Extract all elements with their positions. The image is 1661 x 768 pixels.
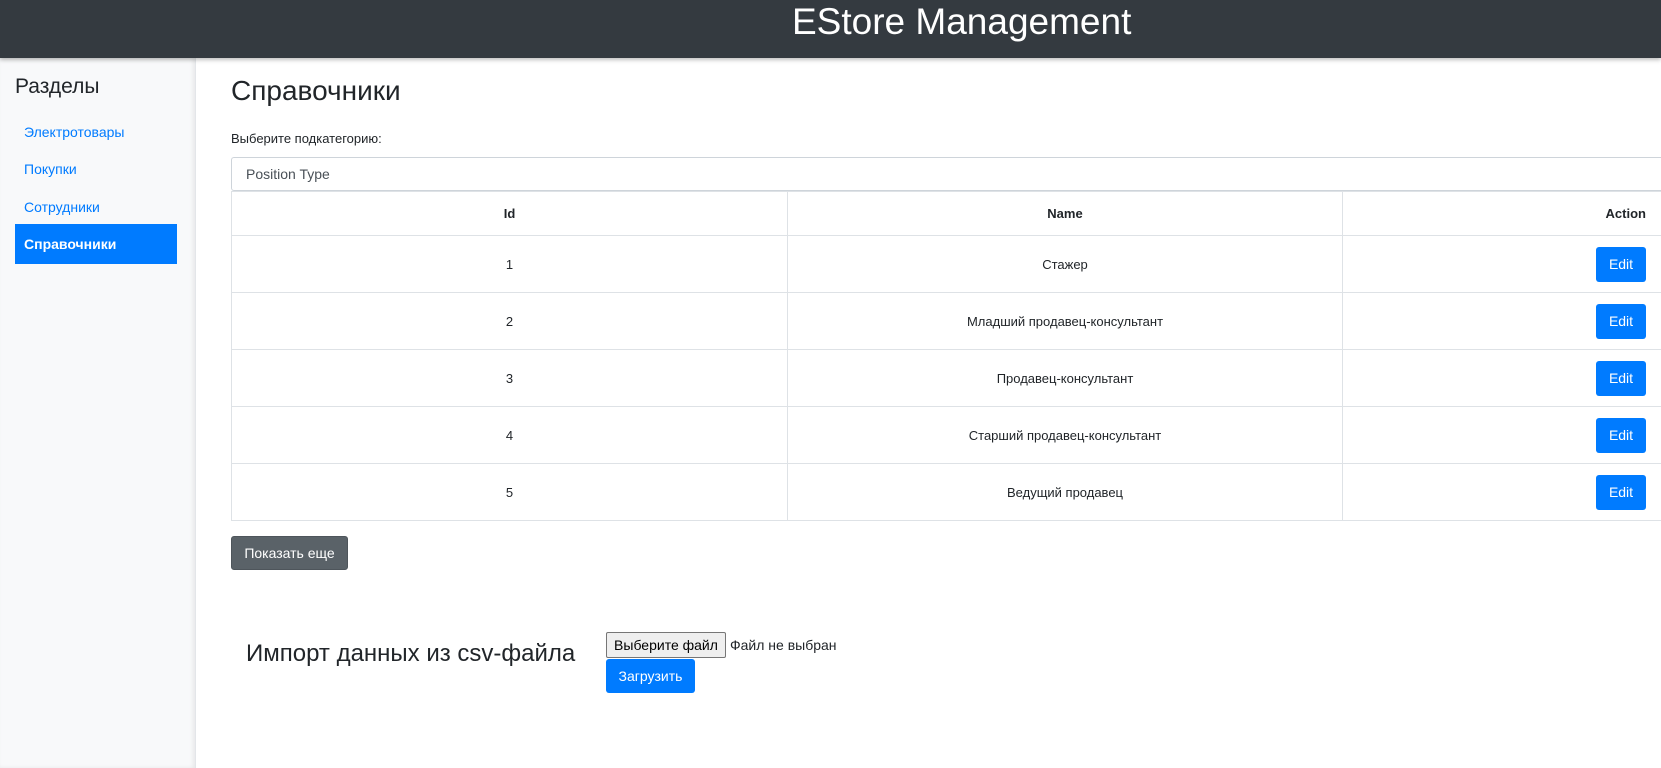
table-row: 5 Ведущий продавец Edit (231, 463, 1661, 521)
cell-name: Продавец-консультант (787, 349, 1343, 407)
upload-button[interactable]: Загрузить (606, 659, 695, 693)
table-row: 3 Продавец-консультант Edit (231, 349, 1661, 407)
edit-button[interactable]: Edit (1596, 417, 1646, 453)
cell-name: Старший продавец-консультант (787, 406, 1343, 464)
cell-name: Стажер (787, 235, 1343, 293)
subcategory-select[interactable]: Position Type (231, 157, 1661, 191)
cell-id: 1 (231, 235, 788, 293)
cell-action: Edit (1342, 463, 1661, 521)
cell-id: 5 (231, 463, 788, 521)
column-header-id: Id (231, 191, 788, 236)
app-title[interactable]: EStore Management (792, 0, 1131, 44)
reference-table: Id Name Action 1 Стажер Edit 2 Младший п… (231, 191, 1661, 521)
sidebar-item-electronics[interactable]: Электротовары (15, 112, 177, 152)
cell-id: 3 (231, 349, 788, 407)
cell-action: Edit (1342, 235, 1661, 293)
top-navbar: EStore Management (0, 0, 1661, 58)
edit-button[interactable]: Edit (1596, 303, 1646, 339)
subcategory-label: Выберите подкатегорию: (231, 131, 382, 146)
column-header-action: Action (1342, 191, 1661, 236)
cell-id: 4 (231, 406, 788, 464)
page-title: Справочники (231, 75, 401, 106)
sidebar-heading: Разделы (15, 75, 100, 98)
import-heading: Импорт данных из csv-файла (246, 640, 576, 667)
column-header-name: Name (787, 191, 1343, 236)
table-header-row: Id Name Action (231, 191, 1661, 236)
cell-id: 2 (231, 292, 788, 350)
choose-file-button[interactable]: Выберите файл (606, 632, 726, 658)
sidebar: Разделы Электротовары Покупки Сотрудники… (0, 58, 196, 768)
cell-name: Младший продавец-консультант (787, 292, 1343, 350)
edit-button[interactable]: Edit (1596, 474, 1646, 510)
show-more-button[interactable]: Показать еще (231, 536, 348, 570)
edit-button[interactable]: Edit (1596, 360, 1646, 396)
sidebar-item-purchases[interactable]: Покупки (15, 149, 177, 189)
cell-name: Ведущий продавец (787, 463, 1343, 521)
table-row: 2 Младший продавец-консультант Edit (231, 292, 1661, 350)
file-status-text: Файл не выбран (730, 637, 837, 653)
cell-action: Edit (1342, 406, 1661, 464)
sidebar-item-employees[interactable]: Сотрудники (15, 187, 177, 227)
sidebar-item-references[interactable]: Справочники (15, 224, 177, 264)
cell-action: Edit (1342, 292, 1661, 350)
edit-button[interactable]: Edit (1596, 246, 1646, 282)
table-row: 4 Старший продавец-консультант Edit (231, 406, 1661, 464)
cell-action: Edit (1342, 349, 1661, 407)
table-row: 1 Стажер Edit (231, 235, 1661, 293)
